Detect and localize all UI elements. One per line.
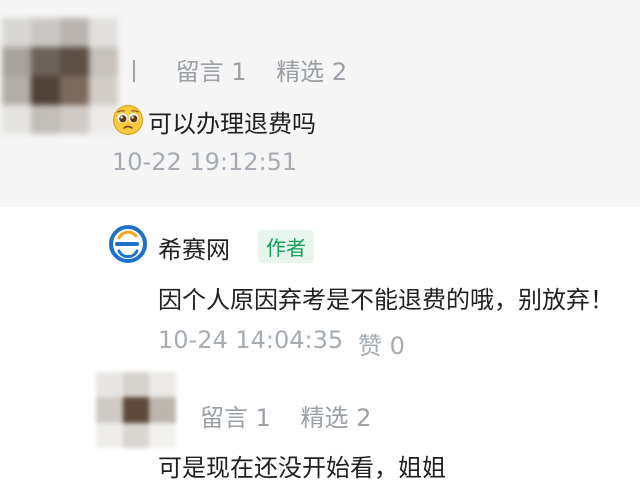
- author-badge: 作者: [258, 230, 314, 263]
- comments-count: 留言 1: [175, 58, 247, 86]
- avatar[interactable]: [2, 18, 118, 134]
- avatar[interactable]: [96, 372, 176, 448]
- reply-text: 因个人原因弃考是不能退费的哦，别放弃！: [158, 286, 614, 314]
- author-name[interactable]: 希赛网: [158, 230, 230, 265]
- comment-text: 可以办理退费吗: [148, 110, 316, 138]
- reply-time: 10-24 14:04:35: [158, 326, 344, 354]
- comment-meta: 留言 1 精选 2: [200, 398, 393, 433]
- comment-time: 10-22 19:12:51: [112, 148, 298, 176]
- featured-count: 精选 2: [300, 404, 372, 432]
- pleading-face-emoji-icon: [113, 105, 143, 135]
- comment-text: 可是现在还没开始看，姐姐: [158, 454, 446, 482]
- comments-count: 留言 1: [200, 404, 271, 432]
- commenter-name-fragment: 丨: [122, 58, 146, 86]
- comment-item: 丨 留言 1 精选 2 可以办理退费吗 10-22 19:12:51: [0, 0, 640, 207]
- xisai-logo-icon: [109, 225, 147, 263]
- like-button[interactable]: 赞 0: [358, 326, 405, 361]
- featured-count: 精选 2: [276, 58, 348, 86]
- comment-meta: 丨 留言 1 精选 2: [122, 52, 369, 87]
